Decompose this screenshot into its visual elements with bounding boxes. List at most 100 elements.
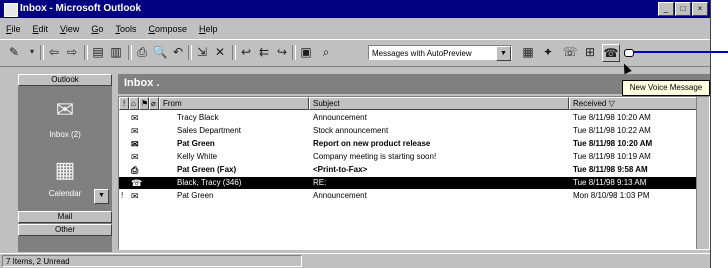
message-from: Pat Green (Fax) [177, 165, 237, 174]
message-subject: Announcement [313, 191, 367, 200]
table-row[interactable]: ✉ Kelly White Company meeting is starting … [119, 151, 709, 163]
chevron-down-icon[interactable]: ▼ [496, 46, 511, 61]
callout-line [634, 51, 728, 53]
message-type-icon: ✉ [131, 191, 139, 201]
forward-icon[interactable]: ⇨ [64, 44, 80, 60]
menu-file[interactable]: File [0, 21, 27, 37]
table-row[interactable]: ⎙ Pat Green (Fax) <Print-to-Fax> Tue 8/11/9… [119, 164, 709, 176]
menu-edit[interactable]: Edit [27, 21, 55, 37]
move-to-folder-icon[interactable]: ⇲ [194, 44, 210, 60]
message-type-icon: ✉ [131, 113, 139, 123]
new-dropdown-icon[interactable]: ▾ [24, 44, 40, 60]
menu-tools[interactable]: Tools [109, 21, 142, 37]
undo-icon[interactable]: ↶ [170, 44, 186, 60]
close-button[interactable]: × [692, 2, 708, 16]
column-header-row: ! ⌂ ⚑ ⌀ From Subject Received ▽ [119, 97, 709, 110]
message-received: Tue 8/11/98 10:22 AM [573, 126, 651, 135]
message-subject: RE: [313, 178, 327, 187]
reply-icon[interactable]: ↩ [238, 44, 254, 60]
message-received: Mon 8/10/98 1:03 PM [573, 191, 650, 200]
message-from: Pat Green [177, 191, 214, 200]
minimize-button[interactable]: _ [658, 2, 674, 16]
column-icon[interactable]: ⌂ [129, 97, 139, 110]
message-from: Kelly White [177, 152, 218, 161]
message-type-icon: ✉ [131, 126, 139, 136]
message-from: Pat Green [177, 139, 215, 148]
table-row[interactable]: ✉ Sales Department Stock announcement Tue 8… [119, 125, 709, 137]
print-icon[interactable]: ⎙ [134, 44, 150, 60]
message-subject: Announcement [313, 113, 367, 122]
message-from: Tracy Black [177, 113, 219, 122]
column-flag[interactable]: ⚑ [139, 97, 149, 110]
tooltip: New Voice Message [622, 80, 710, 96]
message-received: Tue 8/11/98 10:19 AM [573, 152, 651, 161]
new-message-icon[interactable]: ✎ [6, 44, 22, 60]
table-row[interactable]: ☎ Black, Tracy (346) RE: Tue 8/11/98 9:13 A… [119, 177, 709, 189]
importance-flag: ! [121, 191, 124, 200]
menu-view[interactable]: View [54, 21, 85, 37]
table-row[interactable]: ✉ Pat Green Report on new product release T… [119, 138, 709, 150]
folder-list-icon[interactable]: ▤ [90, 44, 106, 60]
message-received: Tue 8/11/98 10:20 AM [573, 139, 653, 148]
message-type-icon: ⎙ [131, 165, 139, 175]
message-list: ! ⌂ ⚑ ⌀ From Subject Received ▽ ✉ Tracy B… [118, 96, 710, 250]
current-view-select[interactable]: Messages with AutoPreview ▼ [368, 45, 512, 61]
column-attachment[interactable]: ⌀ [149, 97, 159, 110]
menu-go[interactable]: Go [85, 21, 109, 37]
new-voice-message-button[interactable]: ☎ [602, 44, 620, 62]
outlook-bar-inbox-label[interactable]: Inbox (2) [18, 130, 112, 139]
organize-icon[interactable]: ▦ [520, 44, 536, 60]
outlook-window: Inbox - Microsoft Outlook _ □ × File Edi… [0, 0, 711, 268]
message-type-icon: ✉ [131, 139, 139, 149]
voice-mail-icon[interactable]: ☏ [562, 44, 578, 60]
table-row[interactable]: ! ✉ Pat Green Announcement Mon 8/10/98 1:03 … [119, 190, 709, 202]
inbox-icon[interactable]: ✉ [51, 98, 79, 122]
message-from: Black, Tracy (346) [177, 178, 242, 187]
office-assistant-icon[interactable]: ✦ [540, 44, 556, 60]
column-received[interactable]: Received ▽ [569, 97, 697, 110]
message-subject: Report on new product release [313, 139, 431, 148]
back-icon[interactable]: ⇦ [46, 44, 62, 60]
column-subject[interactable]: Subject [309, 97, 569, 110]
message-type-icon: ✉ [131, 152, 139, 162]
window-title: Inbox - Microsoft Outlook [20, 3, 142, 14]
column-received-label: Received [573, 99, 607, 108]
current-view-value: Messages with AutoPreview [372, 49, 472, 58]
preview-pane-icon[interactable]: ▥ [108, 44, 124, 60]
message-list-scrollbar[interactable] [696, 97, 709, 249]
message-received: Tue 8/11/98 9:58 AM [573, 165, 648, 174]
outlook-bar-header[interactable]: Outlook [18, 74, 112, 86]
message-type-icon: ☎ [131, 178, 143, 188]
outlook-bar: Outlook ✉ Inbox (2) ▦ Calendar ▼ Mail Ot… [18, 74, 112, 252]
column-importance[interactable]: ! [119, 97, 129, 110]
fax-icon[interactable]: ⊞ [582, 44, 598, 60]
reply-all-icon[interactable]: ⇇ [256, 44, 272, 60]
message-subject: <Print-to-Fax> [313, 165, 368, 174]
outlook-bar-group-other[interactable]: Other [18, 224, 112, 236]
toolbar: ✎ ▾ ⇦ ⇨ ▤ ▥ ⎙ 🔍 ↶ ⇲ ✕ ↩ ⇇ ↪ ▣ ⌕ Messages… [0, 39, 710, 67]
maximize-button[interactable]: □ [675, 2, 691, 16]
table-row[interactable]: ✉ Tracy Black Announcement Tue 8/11/98 10:2… [119, 112, 709, 124]
menu-compose[interactable]: Compose [142, 21, 193, 37]
message-from: Sales Department [177, 126, 242, 135]
column-from[interactable]: From [159, 97, 309, 110]
print-preview-icon[interactable]: 🔍 [152, 44, 168, 60]
menu-bar: File Edit View Go Tools Compose Help [0, 21, 710, 37]
outlook-bar-group-mail[interactable]: Mail [18, 211, 112, 223]
message-received: Tue 8/11/98 10:20 AM [573, 113, 651, 122]
message-received: Tue 8/11/98 9:13 AM [573, 178, 647, 187]
folder-title[interactable]: Inbox . [124, 77, 159, 89]
app-icon [4, 3, 18, 17]
delete-icon[interactable]: ✕ [212, 44, 228, 60]
title-bar: Inbox - Microsoft Outlook _ □ × [0, 0, 710, 18]
find-icon[interactable]: ⌕ [318, 44, 334, 60]
status-bar: 7 Items, 2 Unread [0, 253, 710, 268]
calendar-icon[interactable]: ▦ [51, 158, 79, 182]
menu-help[interactable]: Help [193, 21, 224, 37]
status-text: 7 Items, 2 Unread [2, 255, 302, 267]
address-book-icon[interactable]: ▣ [298, 44, 314, 60]
forward-message-icon[interactable]: ↪ [274, 44, 290, 60]
outlook-bar-scroll-down-button[interactable]: ▼ [94, 189, 109, 204]
callout-marker [624, 49, 634, 57]
message-subject: Company meeting is starting soon! [313, 152, 437, 161]
